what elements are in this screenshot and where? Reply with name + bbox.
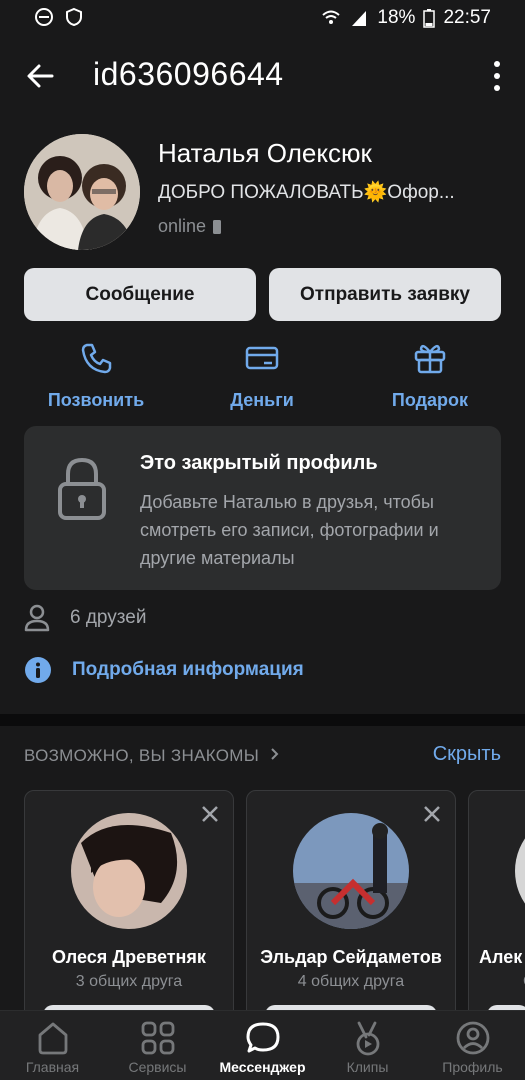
suggestion-name: Олеся Древетняк — [52, 947, 206, 967]
closed-profile-description: Добавьте Наталью в друзья, чтобы смотрет… — [140, 492, 439, 568]
tab-label: Профиль — [442, 1059, 503, 1075]
gift-icon — [414, 344, 446, 374]
status-bar: 18% 22:57 — [0, 0, 525, 36]
call-label: Позвонить — [47, 390, 145, 410]
tab-label: Клипы — [346, 1059, 389, 1075]
clock: 22:57 — [443, 7, 491, 28]
close-icon[interactable] — [423, 805, 441, 823]
hide-suggestions-link[interactable]: Скрыть — [433, 743, 501, 766]
wifi-icon — [322, 10, 341, 24]
top-bar: id636096644 — [0, 44, 525, 108]
tab-profile[interactable]: Профиль — [420, 1019, 525, 1075]
suggestion-avatar — [71, 813, 187, 929]
tab-label: Главная — [25, 1059, 80, 1075]
user-icon — [24, 604, 50, 632]
money-label: Деньги — [230, 390, 294, 410]
profile-icon — [456, 1021, 489, 1055]
online-indicator: online — [158, 216, 222, 237]
chevron-right-icon — [271, 748, 279, 760]
info-icon — [25, 657, 51, 683]
suggestion-mutual: 4 общих друга — [297, 973, 405, 990]
back-arrow-icon[interactable] — [22, 58, 58, 94]
call-action[interactable]: Позвонить — [26, 340, 166, 411]
tab-clips[interactable]: Клипы — [315, 1019, 420, 1075]
lock-icon — [58, 457, 106, 520]
profile-avatar[interactable] — [24, 134, 140, 250]
suggestion-mutual: С — [469, 973, 525, 991]
suggestion-mutual: 3 общих друга — [75, 973, 183, 990]
signal-icon — [352, 11, 367, 26]
suggestion-card[interactable]: Олеся Древетняк 3 общих друга — [24, 790, 234, 1030]
money-transfer-icon — [245, 346, 279, 370]
clips-icon — [356, 1021, 379, 1056]
suggestion-card[interactable]: Алек С — [468, 790, 525, 1030]
page-title: id636096644 — [93, 56, 284, 92]
phone-icon — [81, 343, 112, 374]
more-options-icon[interactable] — [493, 60, 501, 92]
money-action[interactable]: Деньги — [192, 340, 332, 411]
friends-row[interactable]: 6 друзей — [24, 604, 146, 632]
suggestion-card[interactable]: Эльдар Сейдаметов 4 общих друга — [246, 790, 456, 1030]
close-icon[interactable] — [201, 805, 219, 823]
suggestion-avatar — [293, 813, 409, 929]
messenger-icon — [246, 1022, 279, 1053]
online-label: online — [158, 216, 207, 236]
suggestions-heading[interactable]: ВОЗМОЖНО, ВЫ ЗНАКОМЫ — [24, 746, 280, 766]
gift-label: Подарок — [391, 390, 469, 410]
bottom-navigation: Главная Сервисы Мессенджер Клипы Профиль — [0, 1010, 525, 1080]
suggestion-name: Эльдар Сейдаметов — [260, 947, 442, 967]
battery-icon — [423, 9, 436, 28]
profile-status: ДОБРО ПОЖАЛОВАТЬ🌞Офор... — [158, 182, 455, 203]
section-divider — [0, 714, 525, 726]
profile-name: Наталья Олексюк — [158, 138, 372, 168]
tab-home[interactable]: Главная — [0, 1019, 105, 1075]
closed-profile-notice: Это закрытый профиль Добавьте Наталью в … — [24, 426, 501, 590]
suggestion-avatar — [515, 813, 525, 929]
tab-messenger[interactable]: Мессенджер — [210, 1019, 315, 1075]
battery-percent: 18% — [377, 7, 416, 28]
home-icon — [38, 1022, 67, 1055]
details-row[interactable]: Подробная информация — [24, 656, 304, 684]
shield-icon — [66, 7, 82, 27]
tab-services[interactable]: Сервисы — [105, 1019, 210, 1075]
suggestions-title: ВОЗМОЖНО, ВЫ ЗНАКОМЫ — [24, 746, 260, 765]
friends-count: 6 друзей — [70, 607, 147, 628]
gift-action[interactable]: Подарок — [360, 340, 500, 411]
send-request-button[interactable]: Отправить заявку — [269, 268, 501, 321]
details-label: Подробная информация — [72, 659, 304, 680]
suggestion-name: Алек — [479, 947, 523, 967]
tab-label: Сервисы — [128, 1059, 187, 1075]
services-icon — [141, 1021, 174, 1055]
message-button[interactable]: Сообщение — [24, 268, 256, 321]
do-not-disturb-icon — [35, 8, 53, 26]
closed-profile-title: Это закрытый профиль — [140, 452, 378, 474]
tab-label: Мессенджер — [219, 1059, 306, 1075]
mobile-icon — [213, 219, 222, 234]
